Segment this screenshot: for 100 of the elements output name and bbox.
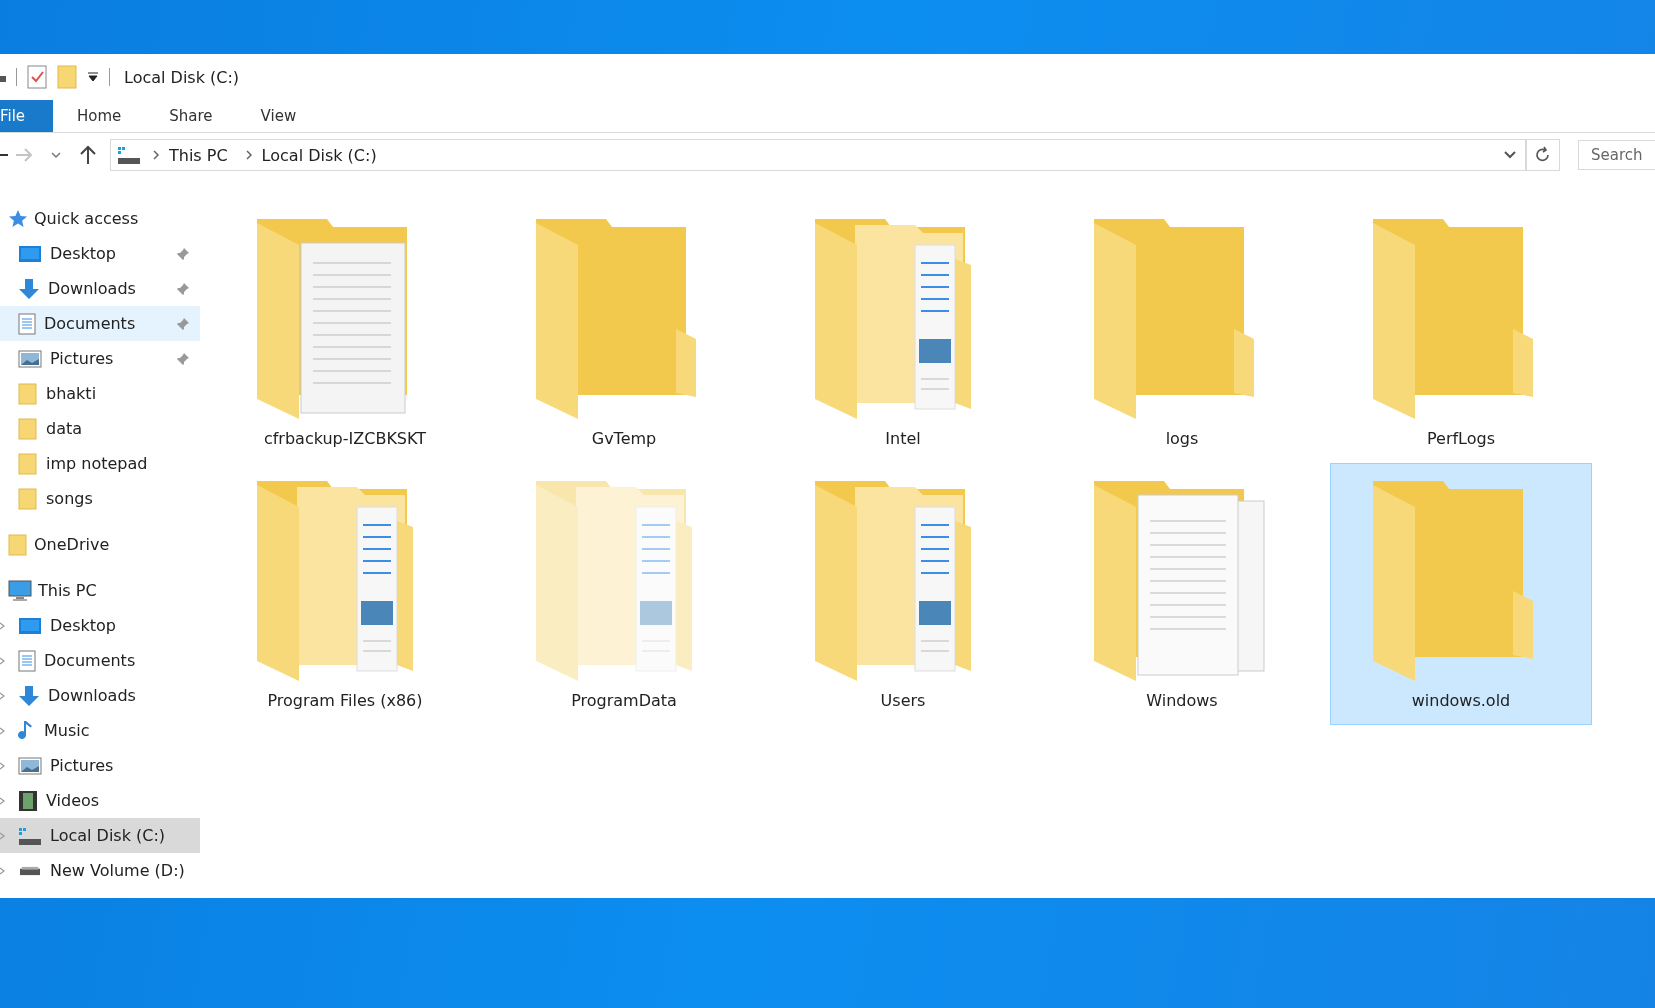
nav-item-label: Pictures bbox=[50, 349, 115, 368]
nav-item-label: Local Disk (C:) bbox=[50, 826, 167, 845]
folder-tile[interactable]: cfrbackup-IZCBKSKT bbox=[214, 201, 476, 463]
up-arrow-icon bbox=[79, 145, 97, 165]
picture-icon bbox=[18, 756, 42, 775]
breadcrumb[interactable]: Local Disk (C:) bbox=[255, 145, 383, 165]
nav-item-label: OneDrive bbox=[34, 535, 111, 554]
expand-chevron-icon[interactable] bbox=[0, 690, 6, 701]
expand-chevron-icon[interactable] bbox=[0, 795, 6, 806]
expand-chevron-icon[interactable] bbox=[0, 830, 6, 841]
ribbon-tab[interactable]: Share bbox=[145, 100, 237, 132]
window-title: Local Disk (C:) bbox=[124, 67, 240, 87]
nav-item-label: bhakti bbox=[46, 384, 98, 403]
nav-pane-item[interactable]: Documents bbox=[0, 306, 200, 341]
folder-icon bbox=[8, 533, 28, 556]
expand-chevron-icon[interactable] bbox=[0, 620, 6, 631]
nav-pane-item[interactable]: Music bbox=[0, 713, 200, 748]
film-icon bbox=[18, 789, 38, 812]
file-menu-button[interactable]: File bbox=[0, 100, 53, 132]
expand-chevron-icon[interactable] bbox=[0, 725, 6, 736]
folder-tile[interactable]: Users bbox=[772, 463, 1034, 725]
address-bar[interactable]: This PC Local Disk (C:) bbox=[110, 139, 1526, 171]
nav-pane-item[interactable]: Documents bbox=[0, 643, 200, 678]
nav-pane-item[interactable]: songs bbox=[0, 481, 200, 516]
nav-item-label: Music bbox=[44, 721, 91, 740]
nav-pane-item[interactable]: Desktop bbox=[0, 236, 200, 271]
folder-icon bbox=[18, 452, 38, 475]
expand-chevron-icon[interactable] bbox=[0, 760, 6, 771]
folder-name: Users bbox=[880, 691, 926, 710]
folder-tile[interactable]: Intel bbox=[772, 201, 1034, 463]
nav-pane-item[interactable]: Downloads bbox=[0, 678, 200, 713]
nav-item-label: imp notepad bbox=[46, 454, 149, 473]
nav-item-label: songs bbox=[46, 489, 94, 508]
down-arrow-icon bbox=[18, 277, 40, 300]
desktop-icon bbox=[18, 616, 42, 635]
monitor-icon bbox=[8, 579, 32, 602]
expand-chevron-icon[interactable] bbox=[0, 865, 6, 876]
picture-icon bbox=[18, 349, 42, 368]
forward-arrow-icon bbox=[14, 147, 34, 163]
star-icon bbox=[8, 208, 28, 229]
folder-name: logs bbox=[1165, 429, 1199, 448]
folder-icon bbox=[18, 417, 38, 440]
folder-name: GvTemp bbox=[591, 429, 657, 448]
nav-item-label: Quick access bbox=[34, 209, 140, 228]
nav-pane-item[interactable]: bhakti bbox=[0, 376, 200, 411]
pin-icon[interactable] bbox=[176, 316, 190, 331]
nav-item-label: New Volume (D:) bbox=[50, 861, 186, 880]
nav-item-label: Desktop bbox=[50, 616, 117, 635]
folder-name: Program Files (x86) bbox=[267, 691, 423, 710]
nav-pane-item[interactable]: data bbox=[0, 411, 200, 446]
folder-tile[interactable]: ProgramData bbox=[493, 463, 755, 725]
pin-icon[interactable] bbox=[176, 246, 190, 261]
nav-pane-item[interactable]: OneDrive bbox=[0, 527, 200, 562]
refresh-button[interactable] bbox=[1526, 139, 1560, 171]
nav-pane-item[interactable]: Videos bbox=[0, 783, 200, 818]
document-icon bbox=[18, 649, 36, 672]
nav-item-label: Downloads bbox=[48, 686, 137, 705]
nav-item-label: This PC bbox=[38, 581, 98, 600]
folder-name: windows.old bbox=[1411, 691, 1511, 710]
nav-pane-item[interactable]: Local Disk (C:) bbox=[0, 818, 200, 853]
folder-tile[interactable]: windows.old bbox=[1330, 463, 1592, 725]
nav-item-label: Documents bbox=[44, 651, 137, 670]
chevron-down-icon bbox=[51, 151, 61, 159]
pin-icon[interactable] bbox=[176, 351, 190, 366]
nav-pane-item[interactable]: Downloads bbox=[0, 271, 200, 306]
folder-icon bbox=[18, 382, 38, 405]
folder-name: Intel bbox=[885, 429, 921, 448]
nav-pane-item[interactable]: New Volume (D:) bbox=[0, 853, 200, 888]
folder-icon bbox=[18, 487, 38, 510]
nav-pane-item[interactable]: Desktop bbox=[0, 608, 200, 643]
nav-item-label: Desktop bbox=[50, 244, 117, 263]
folder-tile[interactable]: PerfLogs bbox=[1330, 201, 1592, 463]
dropdown-icon[interactable] bbox=[87, 71, 99, 83]
nav-item-label: data bbox=[46, 419, 84, 438]
breadcrumb[interactable]: This PC bbox=[163, 145, 234, 165]
ribbon-tab[interactable]: View bbox=[236, 100, 321, 132]
nav-pane-item[interactable]: imp notepad bbox=[0, 446, 200, 481]
checklist-icon[interactable] bbox=[27, 65, 47, 89]
folder-name: ProgramData bbox=[571, 691, 677, 710]
folder-tile[interactable]: logs bbox=[1051, 201, 1313, 463]
nav-pane-item[interactable]: This PC bbox=[0, 573, 200, 608]
nav-pane-item[interactable]: Quick access bbox=[0, 201, 200, 236]
nav-item-label: Videos bbox=[46, 791, 101, 810]
ribbon-tab[interactable]: Home bbox=[53, 100, 146, 132]
pin-icon[interactable] bbox=[176, 281, 190, 296]
nav-pane-item[interactable]: Pictures bbox=[0, 341, 200, 376]
nav-item-label: Downloads bbox=[48, 279, 137, 298]
search-field[interactable]: Search bbox=[1578, 140, 1655, 170]
folder-tile[interactable]: Program Files (x86) bbox=[214, 463, 476, 725]
chevron-down-icon[interactable] bbox=[1503, 150, 1517, 160]
nav-pane-item[interactable]: Pictures bbox=[0, 748, 200, 783]
folder-name: Windows bbox=[1146, 691, 1218, 710]
desktop-icon bbox=[18, 244, 42, 263]
folder-name: PerfLogs bbox=[1426, 429, 1495, 448]
down-arrow-icon bbox=[18, 684, 40, 707]
expand-chevron-icon[interactable] bbox=[0, 655, 6, 666]
document-icon bbox=[18, 312, 36, 335]
folder-tile[interactable]: Windows bbox=[1051, 463, 1313, 725]
refresh-icon bbox=[1535, 146, 1551, 164]
folder-tile[interactable]: GvTemp bbox=[493, 201, 755, 463]
